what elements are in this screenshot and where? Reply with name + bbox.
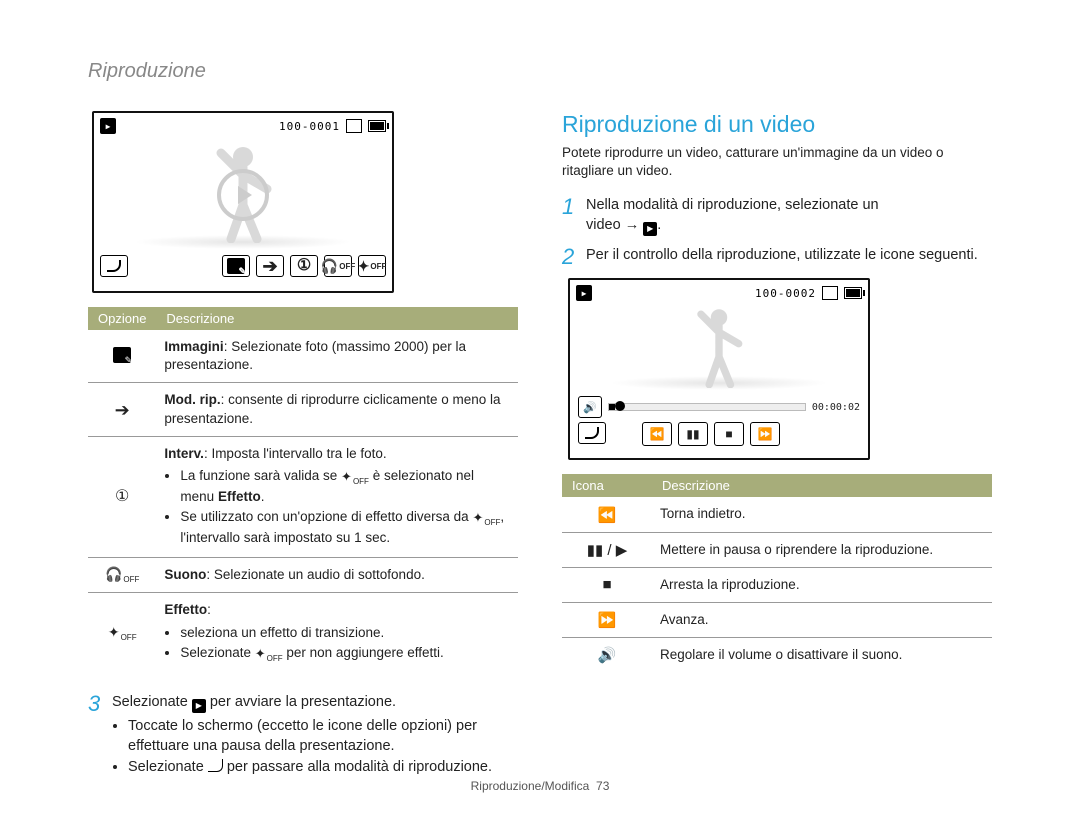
option-icon-cell: OFF — [88, 558, 156, 593]
back-icon — [100, 255, 128, 277]
step-3-number: 3 — [88, 693, 112, 780]
interval-option-icon — [115, 489, 129, 505]
option-icon-cell — [88, 436, 156, 557]
control-icon-cell: ■ — [562, 567, 652, 602]
rewind-icon: ⏪ — [642, 422, 672, 446]
th-icona: Icona — [562, 474, 652, 497]
screen-counter: 100-0001 — [279, 120, 340, 133]
th-opzione: Opzione — [88, 307, 156, 330]
progress-bar — [608, 403, 806, 411]
page-header: Riproduzione — [88, 60, 992, 83]
option-bullet: seleziona un effetto di transizione. — [180, 624, 510, 642]
control-icon-cell: ⏪ — [562, 497, 652, 532]
play-icon-inline: ▶ — [643, 222, 657, 236]
control-icon-cell: 🔊 — [562, 638, 652, 673]
step-2-text: Per il controllo della riproduzione, uti… — [586, 246, 978, 268]
section-title: Riproduzione di un video — [562, 111, 992, 138]
repeat-option-icon — [115, 401, 130, 419]
forward-icon: ⏩ — [750, 422, 780, 446]
option-bullet: Se utilizzato con un'opzione di effetto … — [180, 508, 510, 547]
sound-option-icon — [105, 567, 122, 582]
option-description: Suono: Selezionate un audio di sottofond… — [156, 558, 518, 593]
control-icon-cell: ▮▮ / ▶ — [562, 532, 652, 567]
page-footer: Riproduzione/Modifica 73 — [0, 779, 1080, 793]
volume-icon: 🔊 — [578, 396, 602, 418]
option-icon-cell: OFF — [88, 593, 156, 675]
images-option-icon — [222, 255, 250, 277]
control-description: Avanza. — [652, 603, 992, 638]
step-3-bullet: Selezionate per passare alla modalità di… — [128, 758, 518, 778]
control-description: Mettere in pausa o riprendere la riprodu… — [652, 532, 992, 567]
video-time: 00:00:02 — [812, 402, 860, 413]
control-description: Regolare il volume o disattivare il suon… — [652, 638, 992, 673]
sound-option-icon: OFF — [324, 255, 352, 277]
step-3-bullet: Toccate lo schermo (eccetto le icone del… — [128, 717, 518, 756]
step-2-number: 2 — [562, 246, 586, 268]
control-description: Arresta la riproduzione. — [652, 567, 992, 602]
slideshow-screen: ▶ 100-0001 — [92, 111, 394, 293]
right-column: Riproduzione di un video Potete riprodur… — [562, 111, 992, 790]
th-descrizione: Descrizione — [652, 474, 992, 497]
option-description: Interv.: Imposta l'intervallo tra le fot… — [156, 436, 518, 557]
step-1-number: 1 — [562, 196, 586, 236]
section-intro: Potete riprodurre un video, catturare un… — [562, 144, 992, 180]
step-3-text: Selezionate ▶ per avviare la presentazio… — [112, 693, 518, 713]
control-icon-cell: ⏩ — [562, 603, 652, 638]
option-bullet: La funzione sarà valida se ✦OFF è selezi… — [180, 467, 510, 506]
video-counter: 100-0002 — [755, 287, 816, 300]
back-icon — [578, 422, 606, 444]
video-icons-table: Icona Descrizione ⏪Torna indietro.▮▮ / ▶… — [562, 474, 992, 672]
pause-icon: ▮▮ — [678, 422, 708, 446]
battery-icon — [844, 287, 862, 299]
option-icon-cell — [88, 330, 156, 383]
repeat-option-icon — [256, 255, 284, 277]
images-option-icon — [113, 347, 131, 363]
battery-icon — [368, 120, 386, 132]
stop-icon: ■ — [714, 422, 744, 446]
th-descrizione: Descrizione — [156, 307, 518, 330]
effect-option-icon — [108, 625, 120, 640]
step-1-text: Nella modalità di riproduzione, selezion… — [586, 196, 879, 236]
control-description: Torna indietro. — [652, 497, 992, 532]
option-bullet: Selezionate ✦OFF per non aggiungere effe… — [180, 644, 510, 665]
sdcard-icon — [346, 119, 362, 133]
sdcard-icon — [822, 286, 838, 300]
option-description: Effetto:seleziona un effetto di transizi… — [156, 593, 518, 675]
person-silhouette — [679, 306, 759, 388]
video-screen: ▶ 100-0002 🔊 — [568, 278, 870, 460]
interval-option-icon — [290, 255, 318, 277]
slideshow-options-table: Opzione Descrizione Immagini: Selezionat… — [88, 307, 518, 675]
left-column: ▶ 100-0001 — [88, 111, 518, 790]
play-icon-inline: ▶ — [192, 699, 206, 713]
playmode-icon: ▶ — [576, 285, 592, 301]
playmode-icon: ▶ — [100, 118, 116, 134]
option-description: Immagini: Selezionate foto (massimo 2000… — [156, 330, 518, 383]
option-icon-cell — [88, 383, 156, 436]
option-description: Mod. rip.: consente di riprodurre ciclic… — [156, 383, 518, 436]
effect-option-icon: OFF — [358, 255, 386, 277]
play-icon — [217, 169, 269, 221]
